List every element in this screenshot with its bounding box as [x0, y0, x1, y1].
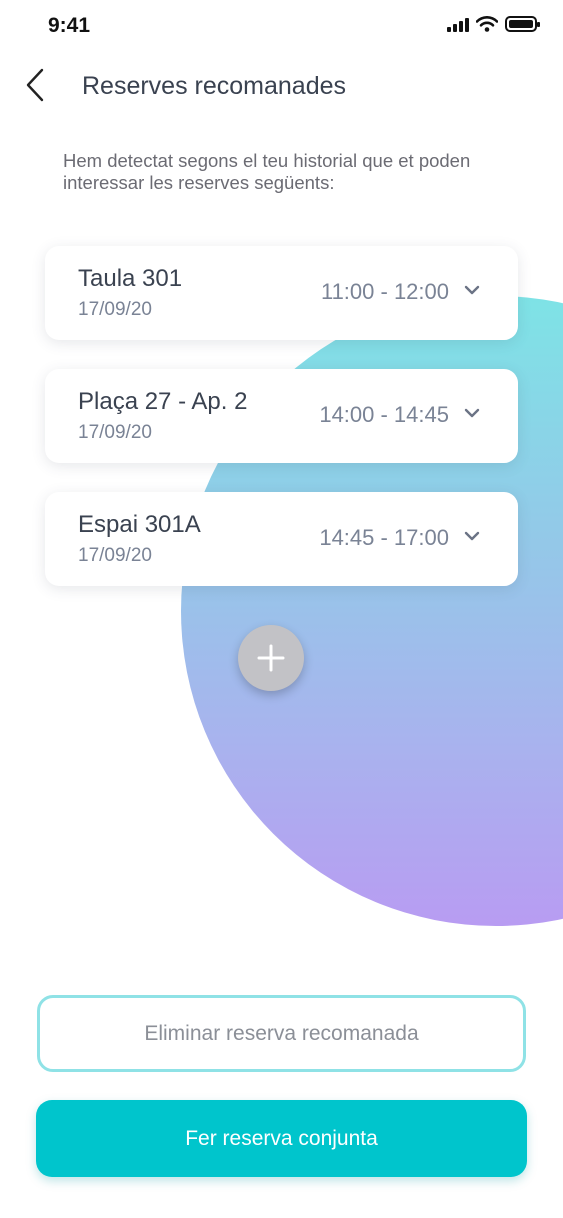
reservation-card[interactable]: Plaça 27 - Ap. 2 17/09/20 14:00 - 14:45 — [45, 369, 518, 463]
chevron-down-icon[interactable] — [464, 284, 480, 296]
reservation-card[interactable]: Taula 301 17/09/20 11:00 - 12:00 — [45, 246, 518, 340]
reservation-date: 17/09/20 — [78, 422, 152, 443]
page-title: Reserves recomanades — [82, 72, 347, 100]
reservation-card[interactable]: Espai 301A 17/09/20 14:45 - 17:00 — [45, 492, 518, 586]
reservation-name: Espai 301A — [78, 511, 201, 538]
chevron-down-icon[interactable] — [464, 407, 480, 419]
battery-icon — [505, 16, 540, 32]
reservation-date: 17/09/20 — [78, 545, 152, 566]
reservation-time: 14:00 - 14:45 — [319, 402, 449, 427]
signal-icon — [447, 16, 469, 32]
status-icons — [447, 16, 540, 32]
intro-text: Hem detectat segons el teu historial que… — [63, 150, 471, 193]
plus-icon — [257, 644, 285, 672]
reservation-name: Plaça 27 - Ap. 2 — [78, 388, 248, 415]
joint-booking-button[interactable]: Fer reserva conjunta — [36, 1100, 527, 1177]
screen: 9:41 Reserves recomanades Hem detectat s… — [0, 0, 563, 1218]
chevron-down-icon[interactable] — [464, 530, 480, 542]
reservation-date: 17/09/20 — [78, 299, 152, 320]
chevron-left-icon — [26, 68, 44, 102]
delete-recommended-button[interactable]: Eliminar reserva recomanada — [37, 995, 526, 1072]
status-bar: 9:41 — [0, 0, 563, 52]
reservation-time: 11:00 - 12:00 — [320, 279, 449, 304]
back-button[interactable] — [20, 62, 60, 106]
wifi-icon — [476, 16, 498, 32]
reservation-name: Taula 301 — [78, 265, 183, 292]
status-time: 9:41 — [48, 14, 91, 37]
reservation-time: 14:45 - 17:00 — [319, 525, 449, 550]
add-reservation-button[interactable] — [238, 625, 304, 691]
